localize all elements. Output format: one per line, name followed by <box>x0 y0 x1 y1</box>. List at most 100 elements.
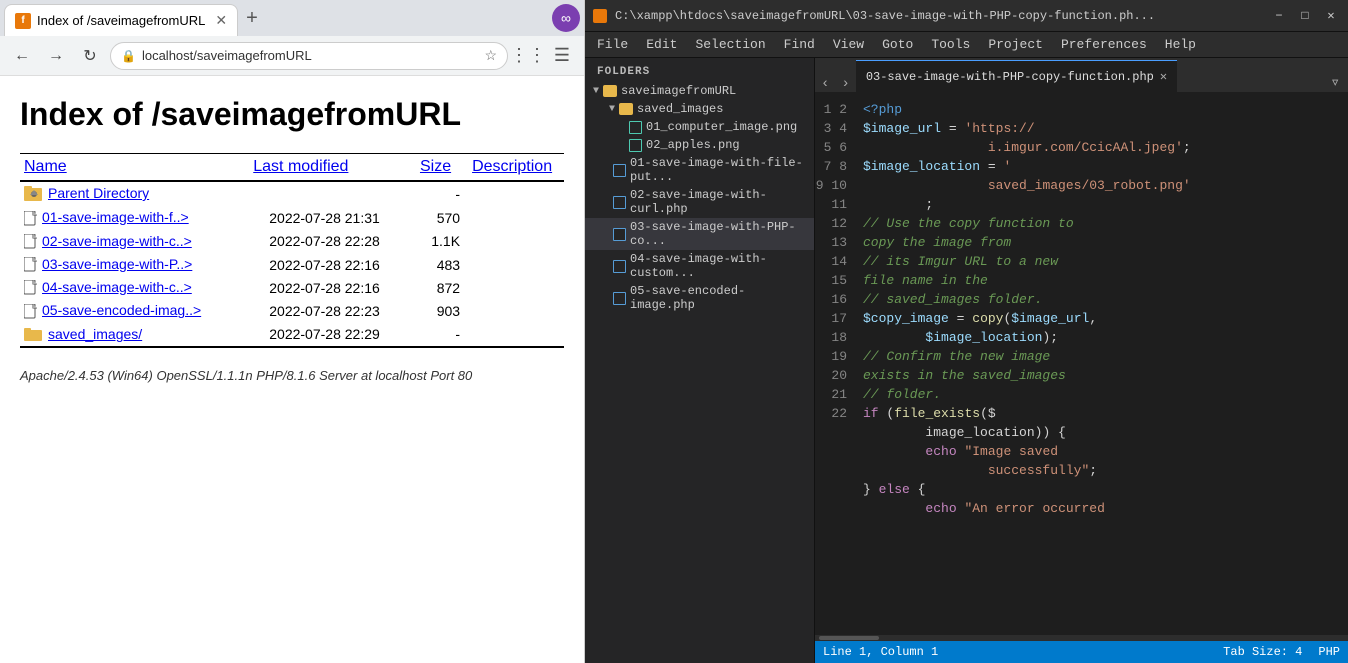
menu-item-file[interactable]: File <box>589 35 636 54</box>
tab-close-button[interactable]: ✕ <box>215 12 227 29</box>
editor-favicon <box>593 9 607 23</box>
editor-titlebar: C:\xampp\htdocs\saveimagefromURL\03-save… <box>585 0 1348 32</box>
table-row: 02-save-image-with-c..>2022-07-28 22:281… <box>20 230 564 253</box>
dir-modified: 2022-07-28 22:28 <box>249 230 416 253</box>
table-row: 05-save-encoded-imag..> 2022-07-28 22:239… <box>20 299 564 322</box>
file-icon <box>613 228 626 241</box>
menu-item-view[interactable]: View <box>825 35 872 54</box>
sidebar-item-file2[interactable]: 02-save-image-with-curl.php <box>585 186 814 218</box>
dir-entry-link[interactable]: 03-save-image-with-P..> <box>42 256 192 272</box>
file-icon <box>613 196 626 209</box>
sidebar-item-file1[interactable]: 01-save-image-with-file-put... <box>585 154 814 186</box>
image-icon <box>629 139 642 152</box>
folder-root-label: saveimagefromURL <box>621 84 736 98</box>
new-tab-button[interactable]: + <box>246 8 258 28</box>
editor-tab-close-button[interactable]: ✕ <box>1160 69 1167 84</box>
dir-modified <box>249 182 416 207</box>
editor-tab-active[interactable]: 03-save-image-with-PHP-copy-function.php… <box>856 60 1177 92</box>
bookmark-icon[interactable]: ☆ <box>484 47 497 64</box>
browser-profile[interactable]: ∞ <box>552 4 580 32</box>
editor-tabs: ‹ › 03-save-image-with-PHP-copy-function… <box>815 58 1348 92</box>
extensions-button[interactable]: ⋮⋮ <box>514 42 542 70</box>
browser-tab-bar: f Index of /saveimagefromURL ✕ + ∞ <box>0 0 584 36</box>
address-bar[interactable]: 🔒 localhost/saveimagefromURL ☆ <box>110 42 508 70</box>
sidebar-file-label: 02-save-image-with-curl.php <box>630 188 806 216</box>
dir-entry-link[interactable]: saved_images/ <box>48 326 142 342</box>
sidebar-file-label: 05-save-encoded-image.php <box>630 284 806 312</box>
dir-modified: 2022-07-28 21:31 <box>249 206 416 229</box>
dir-entry-link[interactable]: Parent Directory <box>48 185 149 201</box>
file-icon <box>613 260 626 273</box>
dir-size: 872 <box>416 276 468 299</box>
code-scroll[interactable]: 1 2 3 4 5 6 7 8 9 10 11 12 13 14 15 16 1… <box>815 92 1348 635</box>
directory-table: Name Last modified Size Description Pare… <box>20 153 564 348</box>
status-position: Line 1, Column 1 <box>823 645 938 659</box>
editor-body: FOLDERS ▼ saveimagefromURL ▼ saved_image… <box>585 58 1348 663</box>
sidebar-folder-saved-images[interactable]: ▼ saved_images <box>585 100 814 118</box>
editor-pane: C:\xampp\htdocs\saveimagefromURL\03-save… <box>585 0 1348 663</box>
col-name-link[interactable]: Name <box>24 158 67 175</box>
reload-button[interactable]: ↻ <box>76 42 104 70</box>
statusbar-right: Tab Size: 4 PHP <box>1223 645 1340 659</box>
menu-item-goto[interactable]: Goto <box>874 35 921 54</box>
col-size-link[interactable]: Size <box>420 158 451 175</box>
col-desc-link[interactable]: Description <box>472 158 552 175</box>
chevron-down-icon: ▼ <box>593 86 599 97</box>
sidebar-file-label: 02_apples.png <box>646 138 740 152</box>
dir-modified: 2022-07-28 22:29 <box>249 323 416 347</box>
sidebar-item-file3[interactable]: 03-save-image-with-PHP-co... <box>585 218 814 250</box>
dir-entry-link[interactable]: 02-save-image-with-c..> <box>42 233 192 249</box>
tab-next-button[interactable]: › <box>835 76 855 92</box>
dir-entry-link[interactable]: 01-save-image-with-f..> <box>42 209 189 225</box>
dir-modified: 2022-07-28 22:16 <box>249 276 416 299</box>
code-area: ‹ › 03-save-image-with-PHP-copy-function… <box>815 58 1348 663</box>
dir-size: 903 <box>416 299 468 322</box>
menu-item-selection[interactable]: Selection <box>687 35 773 54</box>
dir-entry-link[interactable]: 04-save-image-with-c..> <box>42 279 192 295</box>
sidebar-item-img2[interactable]: 02_apples.png <box>585 136 814 154</box>
tab-prev-button[interactable]: ‹ <box>815 76 835 92</box>
dir-desc <box>468 230 564 253</box>
status-tabsize: Tab Size: 4 <box>1223 645 1302 659</box>
menu-item-edit[interactable]: Edit <box>638 35 685 54</box>
browser-favicon: f <box>15 13 31 29</box>
scrollbar-thumb[interactable] <box>819 636 879 640</box>
maximize-button[interactable]: □ <box>1296 7 1314 25</box>
sidebar-file-label: 01-save-image-with-file-put... <box>630 156 806 184</box>
table-row: 03-save-image-with-P..> 2022-07-28 22:164… <box>20 253 564 276</box>
menu-item-find[interactable]: Find <box>776 35 823 54</box>
dir-modified: 2022-07-28 22:23 <box>249 299 416 322</box>
close-button[interactable]: ✕ <box>1322 7 1340 25</box>
dir-size: 483 <box>416 253 468 276</box>
menu-item-project[interactable]: Project <box>980 35 1051 54</box>
back-button[interactable]: ← <box>8 42 36 70</box>
browser-tab[interactable]: f Index of /saveimagefromURL ✕ <box>4 4 238 36</box>
table-row: 01-save-image-with-f..> 2022-07-28 21:315… <box>20 206 564 229</box>
menu-item-preferences[interactable]: Preferences <box>1053 35 1155 54</box>
status-language: PHP <box>1318 645 1340 659</box>
col-modified-link[interactable]: Last modified <box>253 158 348 175</box>
menu-button[interactable]: ☰ <box>548 42 576 70</box>
dir-modified: 2022-07-28 22:16 <box>249 253 416 276</box>
menu-item-help[interactable]: Help <box>1157 35 1204 54</box>
sidebar-item-file5[interactable]: 05-save-encoded-image.php <box>585 282 814 314</box>
editor-tab-label: 03-save-image-with-PHP-copy-function.php <box>866 70 1154 84</box>
minimize-button[interactable]: − <box>1270 7 1288 25</box>
editor-tab-dropdown[interactable]: ▿ <box>1322 72 1348 92</box>
dir-size: 570 <box>416 206 468 229</box>
forward-button[interactable]: → <box>42 42 70 70</box>
sidebar-item-img1[interactable]: 01_computer_image.png <box>585 118 814 136</box>
editor-title: C:\xampp\htdocs\saveimagefromURL\03-save… <box>615 9 1262 23</box>
lock-icon: 🔒 <box>121 49 136 63</box>
sidebar-folder-root[interactable]: ▼ saveimagefromURL <box>585 82 814 100</box>
dir-entry-link[interactable]: 05-save-encoded-imag..> <box>42 302 201 318</box>
editor-sidebar: FOLDERS ▼ saveimagefromURL ▼ saved_image… <box>585 58 815 663</box>
line-numbers: 1 2 3 4 5 6 7 8 9 10 11 12 13 14 15 16 1… <box>815 92 851 635</box>
dir-size: - <box>416 182 468 207</box>
sidebar-item-file4[interactable]: 04-save-image-with-custom... <box>585 250 814 282</box>
browser-nav-bar: ← → ↻ 🔒 localhost/saveimagefromURL ☆ ⋮⋮ … <box>0 36 584 76</box>
menu-item-tools[interactable]: Tools <box>923 35 978 54</box>
code-content[interactable]: <?php $image_url = 'https:// i.imgur.com… <box>851 92 1348 635</box>
table-row: 04-save-image-with-c..> 2022-07-28 22:168… <box>20 276 564 299</box>
dir-desc <box>468 182 564 207</box>
